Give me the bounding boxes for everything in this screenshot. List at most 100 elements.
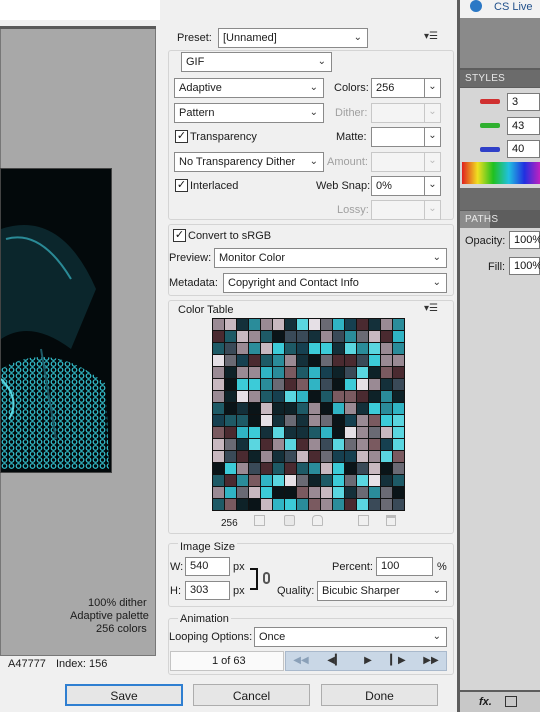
color-swatch[interactable] [225, 355, 236, 366]
color-swatch[interactable] [321, 487, 332, 498]
color-swatch[interactable] [309, 427, 320, 438]
color-swatch[interactable] [393, 499, 404, 510]
color-swatch[interactable] [249, 331, 260, 342]
color-swatch[interactable] [261, 331, 272, 342]
percent-input[interactable]: 100 [376, 557, 433, 576]
color-swatch[interactable] [381, 403, 392, 414]
reduction-select[interactable]: Adaptive ⌄ [174, 78, 324, 98]
color-swatch[interactable] [357, 415, 368, 426]
color-swatch[interactable] [369, 415, 380, 426]
color-swatch[interactable] [393, 379, 404, 390]
color-swatch[interactable] [273, 355, 284, 366]
color-swatch[interactable] [309, 343, 320, 354]
color-swatch[interactable] [345, 439, 356, 450]
cancel-button[interactable]: Cancel [193, 684, 310, 706]
color-swatch[interactable] [297, 427, 308, 438]
color-swatch[interactable] [285, 331, 296, 342]
color-swatch[interactable] [237, 331, 248, 342]
lock-icon[interactable] [312, 515, 323, 526]
color-swatch[interactable] [357, 463, 368, 474]
color-swatch[interactable] [213, 451, 224, 462]
color-swatch[interactable] [393, 319, 404, 330]
color-swatch[interactable] [237, 379, 248, 390]
color-swatch[interactable] [309, 463, 320, 474]
color-swatch[interactable] [333, 475, 344, 486]
color-swatch[interactable] [237, 487, 248, 498]
color-swatch[interactable] [357, 379, 368, 390]
color-swatch[interactable] [225, 391, 236, 402]
color-swatch[interactable] [333, 331, 344, 342]
color-swatch[interactable] [225, 415, 236, 426]
color-swatch[interactable] [321, 475, 332, 486]
color-swatch[interactable] [321, 355, 332, 366]
color-swatch[interactable] [309, 367, 320, 378]
color-swatch[interactable] [357, 403, 368, 414]
color-swatch[interactable] [273, 391, 284, 402]
color-swatch[interactable] [309, 499, 320, 510]
color-swatch[interactable] [261, 379, 272, 390]
color-swatch[interactable] [261, 487, 272, 498]
color-swatch[interactable] [309, 331, 320, 342]
color-swatch[interactable] [297, 367, 308, 378]
color-swatch[interactable] [297, 355, 308, 366]
color-swatch[interactable] [393, 415, 404, 426]
dither-algorithm-select[interactable]: Pattern ⌄ [174, 103, 324, 123]
color-swatch[interactable] [285, 379, 296, 390]
color-swatch[interactable] [345, 379, 356, 390]
color-swatch[interactable] [213, 463, 224, 474]
trash-icon[interactable] [386, 515, 396, 526]
color-swatch[interactable] [237, 463, 248, 474]
color-swatch[interactable] [225, 379, 236, 390]
color-swatch[interactable] [213, 439, 224, 450]
color-swatch[interactable] [273, 463, 284, 474]
color-swatch[interactable] [249, 367, 260, 378]
color-swatch[interactable] [249, 475, 260, 486]
color-swatch[interactable] [237, 343, 248, 354]
color-swatch[interactable] [285, 427, 296, 438]
color-swatch[interactable] [393, 343, 404, 354]
color-swatch[interactable] [249, 463, 260, 474]
color-swatch[interactable] [297, 451, 308, 462]
color-swatch[interactable] [333, 499, 344, 510]
last-frame-icon[interactable]: ▶▶ [418, 653, 444, 669]
mask-icon[interactable] [505, 696, 517, 707]
previous-frame-icon[interactable]: ◀▎ [322, 653, 348, 669]
color-swatch[interactable] [225, 463, 236, 474]
color-swatch[interactable] [357, 343, 368, 354]
color-swatch[interactable] [261, 499, 272, 510]
color-swatch[interactable] [213, 367, 224, 378]
map-transparent-icon[interactable] [254, 515, 265, 526]
color-swatch[interactable] [357, 355, 368, 366]
color-swatch[interactable] [345, 319, 356, 330]
color-swatch[interactable] [393, 451, 404, 462]
color-swatch[interactable] [333, 367, 344, 378]
color-swatch[interactable] [321, 403, 332, 414]
color-swatch[interactable] [369, 475, 380, 486]
color-swatch[interactable] [237, 499, 248, 510]
color-swatch[interactable] [381, 427, 392, 438]
color-swatch[interactable] [273, 403, 284, 414]
color-swatch[interactable] [321, 439, 332, 450]
color-swatch[interactable] [249, 343, 260, 354]
color-swatch[interactable] [249, 415, 260, 426]
color-swatch[interactable] [345, 499, 356, 510]
color-swatch[interactable] [345, 487, 356, 498]
color-swatch[interactable] [285, 475, 296, 486]
color-swatch[interactable] [273, 499, 284, 510]
color-swatch[interactable] [333, 391, 344, 402]
color-swatch[interactable] [333, 487, 344, 498]
color-swatch[interactable] [237, 367, 248, 378]
color-swatch[interactable] [261, 343, 272, 354]
metadata-select[interactable]: Copyright and Contact Info ⌄ [223, 273, 447, 293]
styles-tab[interactable]: STYLES [460, 70, 540, 87]
color-swatch[interactable] [369, 367, 380, 378]
color-swatch[interactable] [393, 391, 404, 402]
color-swatch[interactable] [309, 439, 320, 450]
color-swatch[interactable] [273, 439, 284, 450]
color-swatch[interactable] [309, 391, 320, 402]
color-swatch[interactable] [273, 367, 284, 378]
convert-srgb-checkbox[interactable]: ✓ [173, 229, 186, 242]
color-swatch[interactable] [249, 439, 260, 450]
color-swatch[interactable] [213, 391, 224, 402]
cs-live-label[interactable]: CS Live [494, 1, 533, 14]
